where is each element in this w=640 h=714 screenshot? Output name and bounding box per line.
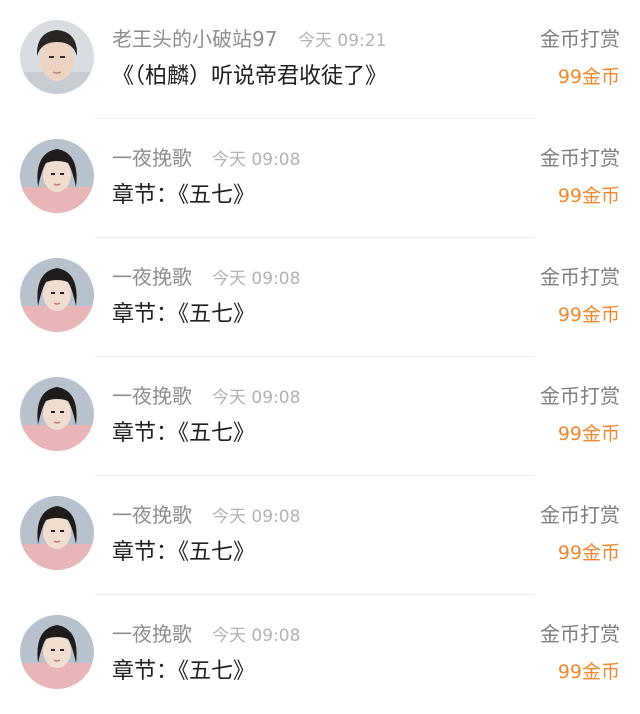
reward-amount: 99金币: [557, 542, 620, 564]
reward-amount: 99金币: [557, 661, 620, 683]
reward-list-item[interactable]: 一夜挽歌 今天 09:08 章节：《五七》 金币打赏 99金币: [0, 238, 640, 357]
avatar[interactable]: [20, 20, 94, 94]
sender-name[interactable]: 老王头的小破站97: [112, 23, 277, 52]
reward-amount: 99金币: [557, 304, 620, 326]
sender-name[interactable]: 一夜挽歌: [112, 261, 192, 290]
reward-type: 金币打赏: [540, 503, 620, 527]
avatar[interactable]: [20, 139, 94, 213]
avatar[interactable]: [20, 496, 94, 570]
reward-type: 金币打赏: [540, 622, 620, 646]
timestamp: 今天 09:08: [212, 150, 301, 170]
reward-amount: 99金币: [557, 66, 620, 88]
reward-type: 金币打赏: [540, 146, 620, 170]
timestamp: 今天 09:21: [298, 31, 387, 51]
timestamp: 今天 09:08: [212, 626, 301, 646]
message-text: 章节：《五七》: [112, 302, 256, 327]
message-text: 章节：《五七》: [112, 659, 256, 684]
sender-name[interactable]: 一夜挽歌: [112, 142, 192, 171]
reward-list: 老王头的小破站97 今天 09:21 《（柏麟）听说帝君收徒了》 金币打赏 99…: [0, 0, 640, 711]
timestamp: 今天 09:08: [212, 388, 301, 408]
sender-name[interactable]: 一夜挽歌: [112, 618, 192, 647]
reward-type: 金币打赏: [540, 265, 620, 289]
reward-amount: 99金币: [557, 423, 620, 445]
avatar[interactable]: [20, 258, 94, 332]
reward-type: 金币打赏: [540, 384, 620, 408]
sender-name[interactable]: 一夜挽歌: [112, 499, 192, 528]
message-text: 《（柏麟）听说帝君收徒了》: [112, 64, 388, 89]
sender-name[interactable]: 一夜挽歌: [112, 380, 192, 409]
timestamp: 今天 09:08: [212, 507, 301, 527]
reward-type: 金币打赏: [540, 27, 620, 51]
message-text: 章节：《五七》: [112, 183, 256, 208]
reward-amount: 99金币: [557, 185, 620, 207]
reward-list-item[interactable]: 一夜挽歌 今天 09:08 章节：《五七》 金币打赏 99金币: [0, 476, 640, 595]
avatar[interactable]: [20, 377, 94, 451]
timestamp: 今天 09:08: [212, 269, 301, 289]
reward-list-item[interactable]: 一夜挽歌 今天 09:08 章节：《五七》 金币打赏 99金币: [0, 357, 640, 476]
message-text: 章节：《五七》: [112, 421, 256, 446]
reward-list-item[interactable]: 一夜挽歌 今天 09:08 章节：《五七》 金币打赏 99金币: [0, 595, 640, 714]
message-text: 章节：《五七》: [112, 540, 256, 565]
reward-list-item[interactable]: 一夜挽歌 今天 09:08 章节：《五七》 金币打赏 99金币: [0, 119, 640, 238]
reward-list-item[interactable]: 老王头的小破站97 今天 09:21 《（柏麟）听说帝君收徒了》 金币打赏 99…: [0, 0, 640, 119]
avatar[interactable]: [20, 615, 94, 689]
